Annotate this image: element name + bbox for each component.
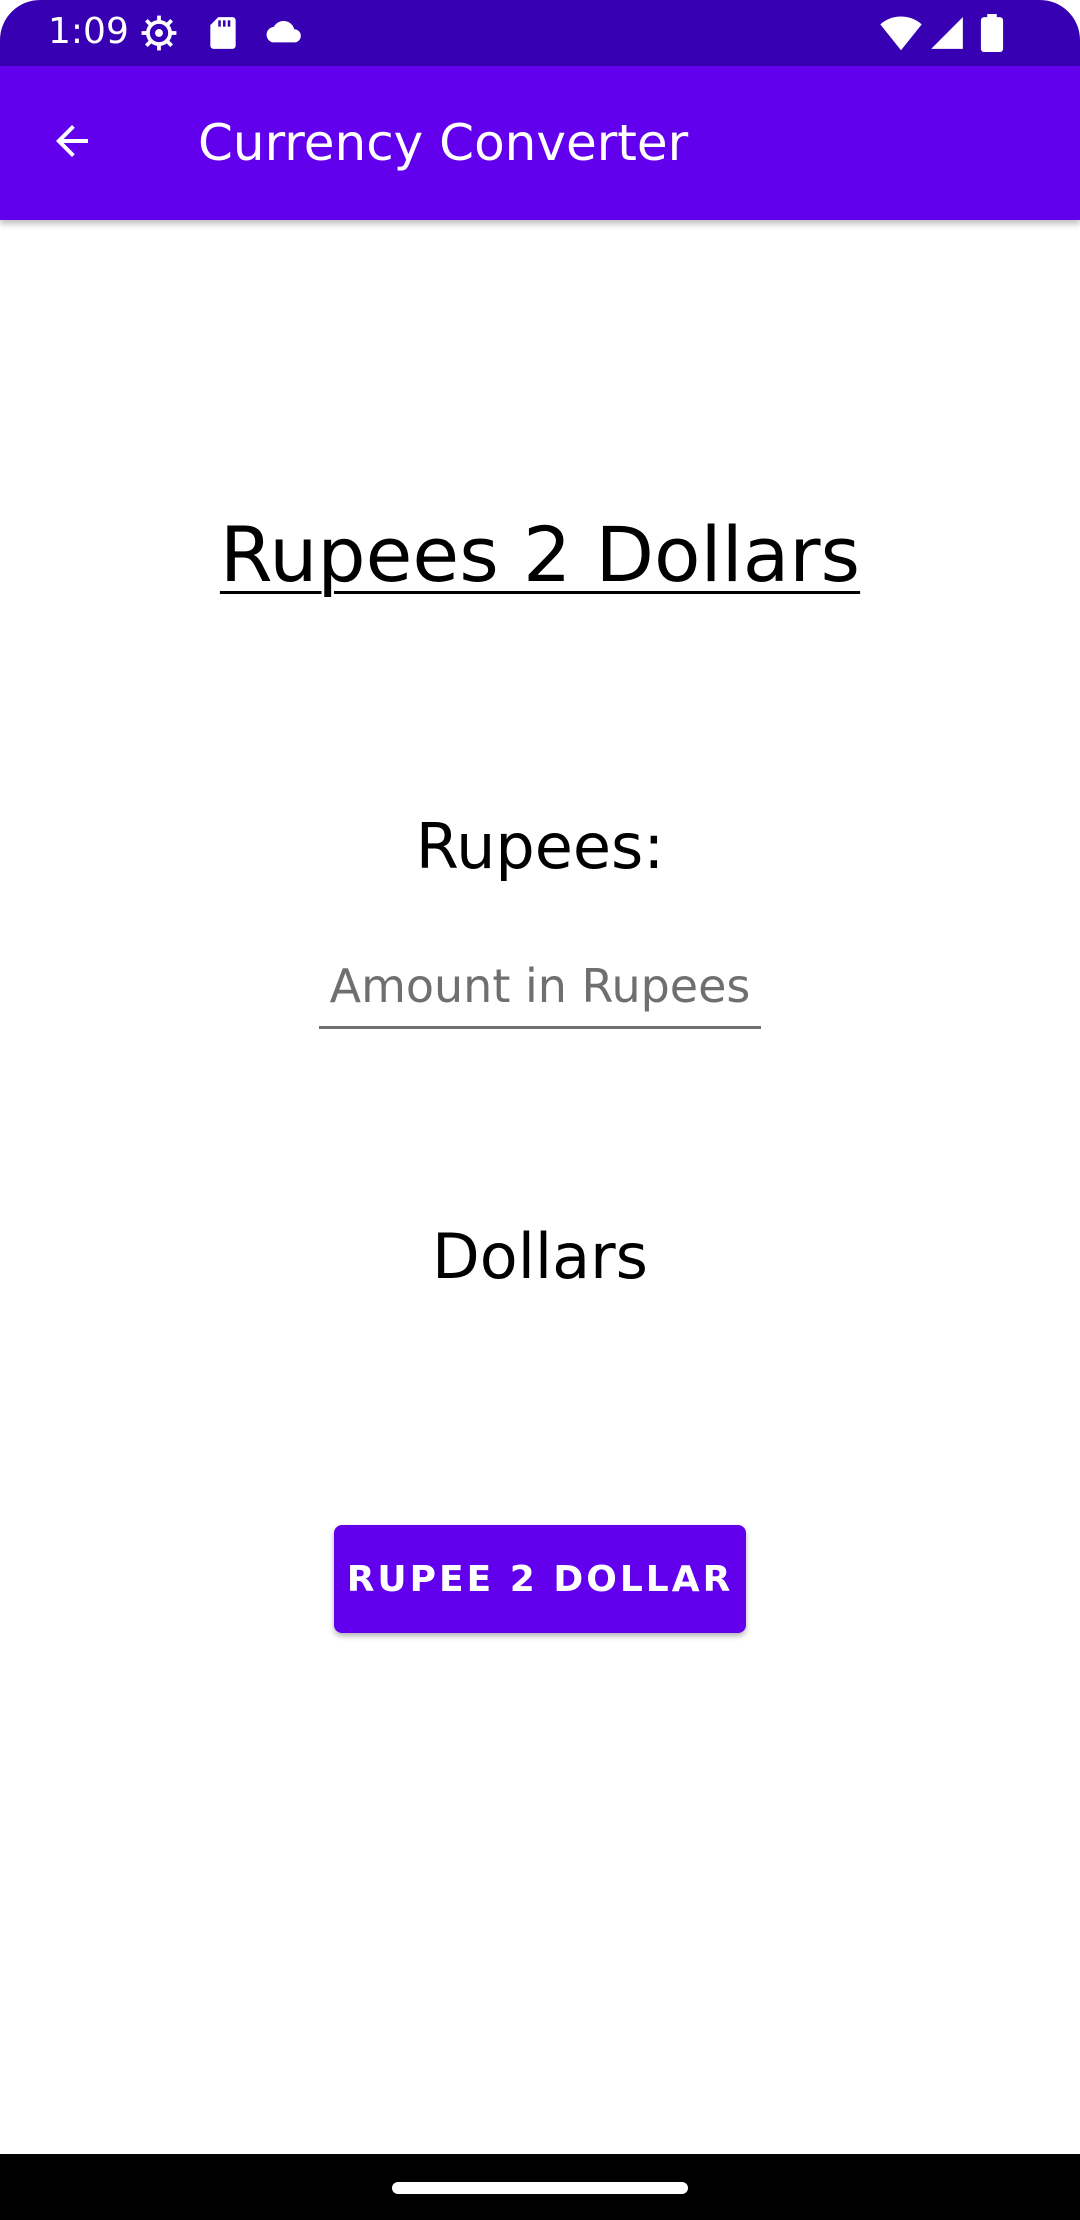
rupees-label: Rupees: bbox=[415, 810, 665, 883]
status-bar: 1:09 bbox=[0, 0, 1080, 66]
back-button[interactable] bbox=[36, 107, 108, 179]
page-heading: Rupees 2 Dollars bbox=[219, 510, 861, 599]
arrow-back-icon bbox=[48, 117, 96, 170]
home-gesture-handle[interactable] bbox=[392, 2182, 688, 2194]
main-content: Rupees 2 Dollars Rupees: Dollars RUPEE 2… bbox=[0, 220, 1080, 2154]
navigation-bar bbox=[0, 2154, 1080, 2220]
cloud-icon bbox=[262, 14, 306, 52]
app-bar: Currency Converter bbox=[0, 66, 1080, 220]
status-time: 1:09 bbox=[48, 11, 129, 52]
rupees-amount-input[interactable] bbox=[319, 946, 761, 1029]
convert-button[interactable]: RUPEE 2 DOLLAR bbox=[334, 1525, 746, 1633]
sd-card-icon bbox=[204, 14, 242, 52]
app-title: Currency Converter bbox=[198, 114, 689, 172]
dollars-result-label: Dollars bbox=[432, 1220, 648, 1293]
battery-icon bbox=[980, 14, 1004, 53]
cellular-signal-icon bbox=[928, 14, 966, 52]
settings-gear-icon bbox=[140, 14, 178, 52]
wifi-icon bbox=[880, 14, 922, 52]
